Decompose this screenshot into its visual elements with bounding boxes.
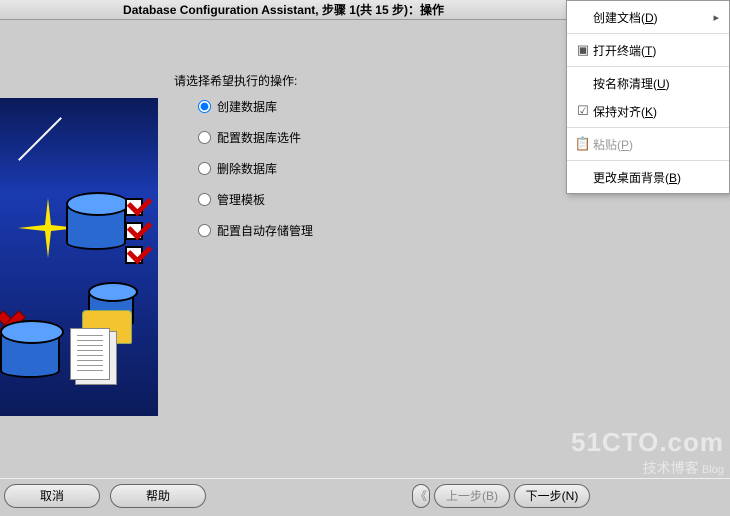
menu-item-label: 保持对齐(K) (593, 103, 719, 120)
dialog-body: 请选择希望执行的操作: 创建数据库 配置数据库选件 删除数据库 管理模板 配置自… (0, 20, 567, 478)
cancel-button[interactable]: 取消 (4, 484, 100, 508)
menu-clean-by-name[interactable]: 按名称清理(U) (567, 69, 729, 97)
watermark-sub: 技术博客 (643, 460, 699, 476)
watermark-brand: 51CTO.com (571, 427, 724, 458)
prompt-label: 请选择希望执行的操作: (174, 72, 297, 89)
menu-create-document[interactable]: 创建文档(D) ▸ (567, 3, 729, 31)
check-icon-3 (125, 246, 143, 264)
radio-delete-db[interactable] (198, 162, 211, 175)
menu-item-label: 更改桌面背景(B) (593, 169, 719, 186)
radio-create-db[interactable] (198, 100, 211, 113)
menu-change-background[interactable]: 更改桌面背景(B) (567, 163, 729, 191)
document-icon (70, 328, 110, 380)
menu-item-label: 粘贴(P) (593, 136, 719, 153)
check-icon-2 (125, 222, 143, 240)
clipboard-icon: 📋 (573, 136, 593, 152)
option-delete-db[interactable]: 删除数据库 (198, 160, 313, 177)
menu-separator (567, 160, 729, 161)
wizard-button-bar: 取消 帮助 《 上一步(B) 下一步(N) (0, 478, 730, 516)
back-button[interactable]: 上一步(B) (434, 484, 510, 508)
db-cylinder-2 (0, 328, 60, 378)
desktop-context-menu: 创建文档(D) ▸ ▣ 打开终端(T) 按名称清理(U) ☑ 保持对齐(K) 📋… (566, 0, 730, 194)
wand-graphic (18, 117, 62, 161)
option-label: 删除数据库 (217, 160, 277, 177)
db-cylinder-1 (66, 200, 126, 250)
help-button[interactable]: 帮助 (110, 484, 206, 508)
window-title: Database Configuration Assistant, 步骤 1(共… (0, 0, 567, 20)
menu-open-terminal[interactable]: ▣ 打开终端(T) (567, 36, 729, 64)
menu-paste: 📋 粘贴(P) (567, 130, 729, 158)
submenu-arrow-icon: ▸ (713, 11, 719, 24)
option-manage-templates[interactable]: 管理模板 (198, 191, 313, 208)
radio-configure-asm[interactable] (198, 224, 211, 237)
next-button[interactable]: 下一步(N) (514, 484, 590, 508)
option-label: 创建数据库 (217, 98, 277, 115)
menu-separator (567, 66, 729, 67)
menu-separator (567, 127, 729, 128)
option-label: 管理模板 (217, 191, 265, 208)
check-icon: ☑ (573, 103, 593, 119)
option-configure-db[interactable]: 配置数据库选件 (198, 129, 313, 146)
option-create-db[interactable]: 创建数据库 (198, 98, 313, 115)
radio-manage-templates[interactable] (198, 193, 211, 206)
operation-options: 创建数据库 配置数据库选件 删除数据库 管理模板 配置自动存储管理 (198, 98, 313, 253)
option-label: 配置自动存储管理 (217, 222, 313, 239)
menu-item-label: 创建文档(D) (593, 9, 713, 26)
terminal-icon: ▣ (573, 42, 593, 58)
option-configure-asm[interactable]: 配置自动存储管理 (198, 222, 313, 239)
menu-item-label: 按名称清理(U) (593, 75, 719, 92)
check-icon-1 (125, 198, 143, 216)
menu-separator (567, 33, 729, 34)
first-button[interactable]: 《 (412, 484, 430, 508)
watermark: 51CTO.com 技术博客 Blog (571, 427, 724, 478)
watermark-tag: Blog (702, 464, 724, 476)
menu-item-label: 打开终端(T) (593, 42, 719, 59)
menu-keep-aligned[interactable]: ☑ 保持对齐(K) (567, 97, 729, 125)
radio-configure-db[interactable] (198, 131, 211, 144)
option-label: 配置数据库选件 (217, 129, 301, 146)
wizard-side-graphic (0, 98, 158, 416)
